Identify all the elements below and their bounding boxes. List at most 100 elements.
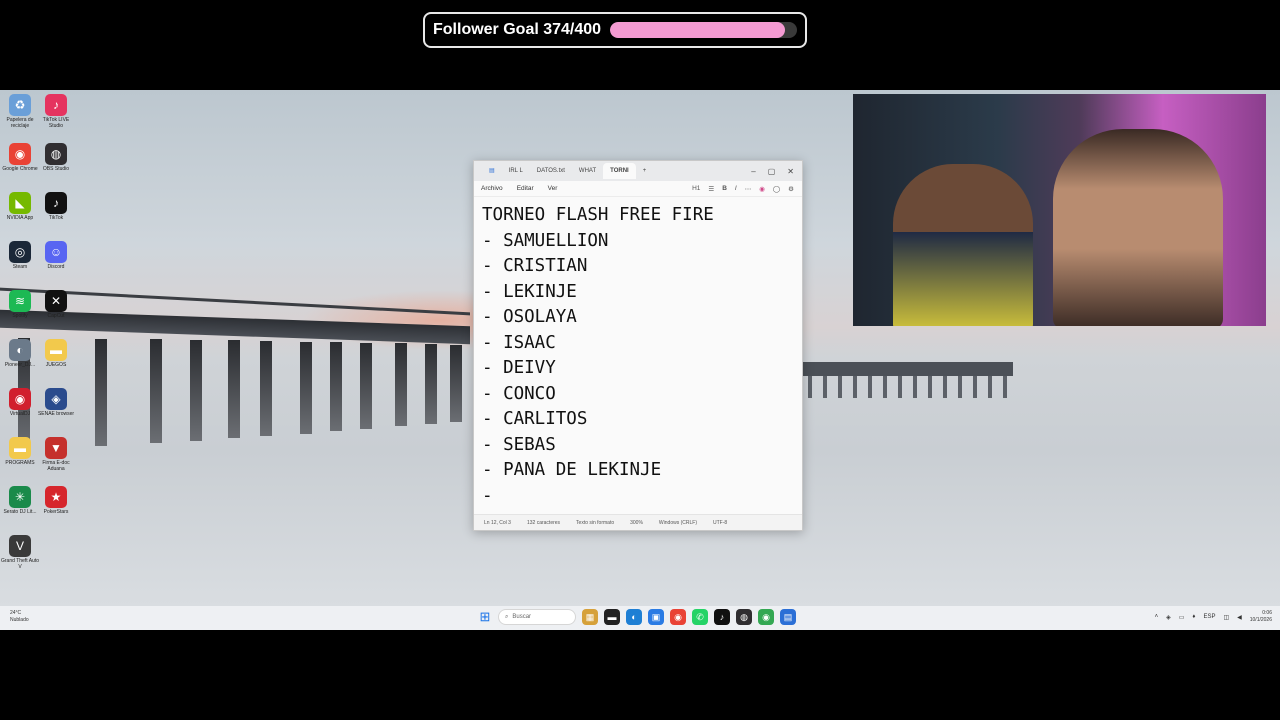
desktop-shortcut[interactable]: ☺ Discord xyxy=(36,241,76,270)
notepad-title-line: TORNEO FLASH FREE FIRE xyxy=(482,205,714,225)
tray-app-icon[interactable]: ◈ xyxy=(1166,614,1171,621)
tray-chevron-up-icon[interactable]: ˄ xyxy=(1155,614,1159,620)
desktop-shortcut[interactable]: ◉ Google Chrome xyxy=(0,143,40,172)
desktop-shortcut[interactable]: ◉ VirtualDJ xyxy=(0,388,40,417)
notepad-text-line: - CARLITOS xyxy=(482,409,588,429)
weather-widget[interactable]: 24°C Nublado xyxy=(10,610,29,624)
steam-icon: ◎ xyxy=(9,241,31,263)
pioneer-dj-icon: ◐ xyxy=(9,339,31,361)
menu-ver[interactable]: Ver xyxy=(548,185,558,192)
close-icon[interactable]: ✕ xyxy=(787,167,794,176)
minimize-icon[interactable]: – xyxy=(751,167,755,176)
taskbar-whatsapp-icon[interactable]: ✆ xyxy=(692,609,708,625)
clock-date: 10/1/2026 xyxy=(1249,617,1272,623)
notepad-tab-bar: ▤ IRL L DATOS.txt WHAT TORNI + – ▢ ✕ xyxy=(474,161,802,181)
follower-goal-widget: Follower Goal 374/400 xyxy=(423,12,807,48)
notepad-text-line: - DEIVY xyxy=(482,358,556,378)
desktop-shortcut[interactable]: ◎ Steam xyxy=(0,241,40,270)
taskbar-file-explorer-icon[interactable]: ▬ xyxy=(604,609,620,625)
new-tab-plus-icon[interactable]: + xyxy=(636,163,654,179)
desktop-shortcut-label: Papelera de reciclaje xyxy=(6,117,34,129)
taskbar-chrome-icon[interactable]: ◉ xyxy=(670,609,686,625)
pier-post xyxy=(190,339,202,441)
taskbar-apps: ⊞ ⌕ Buscar ▦ ▬ ◐ ▣ ◉ ✆ ♪ ◍ ◉ ▤ xyxy=(478,609,796,625)
notepad-text-line: - SEBAS xyxy=(482,434,556,455)
serato-dj-icon: ✳ xyxy=(9,486,31,508)
desktop-shortcut-label: NVIDIA App xyxy=(6,215,34,221)
desktop-shortcut[interactable]: ♻ Papelera de reciclaje xyxy=(0,94,40,129)
virtual-dj-icon: ◉ xyxy=(9,388,31,410)
notepad-text-line: - ISAAC xyxy=(482,332,556,353)
desktop-shortcut[interactable]: ✳ Serato DJ Lit... xyxy=(0,486,40,515)
italic-icon[interactable]: I xyxy=(735,185,737,193)
desktop-shortcut[interactable]: V Grand Theft Auto V xyxy=(0,535,40,570)
juegos-folder-icon: ▬ xyxy=(45,339,67,361)
settings-gear-icon[interactable]: ⚙ xyxy=(788,185,794,193)
more-icon[interactable]: ⋯ xyxy=(745,185,752,193)
desktop-shortcut-label: Discord xyxy=(47,264,65,270)
weather-temperature: 24°C xyxy=(10,610,22,616)
distant-pier-post xyxy=(928,376,932,398)
taskbar-search-box[interactable]: ⌕ Buscar xyxy=(498,609,576,625)
taskbar-clock[interactable]: 0:06 10/1/2026 xyxy=(1250,610,1272,624)
desktop-shortcut[interactable]: ◐ Pioneer_DJ... xyxy=(0,339,40,368)
taskbar-chrome-profile-icon[interactable]: ◉ xyxy=(758,609,774,625)
notepad-text-area[interactable]: TORNEO FLASH FREE FIRE - SAMUELLION - CRIS… xyxy=(474,197,802,509)
menu-archivo[interactable]: Archivo xyxy=(481,185,503,192)
windows-start-icon[interactable]: ⊞ xyxy=(478,610,492,624)
desktop-shortcut[interactable]: ▬ JUEGOS xyxy=(36,339,76,368)
taskbar-widgets-icon[interactable]: ▦ xyxy=(582,609,598,625)
tray-volume-icon[interactable]: ◀ xyxy=(1237,614,1242,621)
tab-torni[interactable]: TORNI xyxy=(603,163,636,179)
pier-post xyxy=(260,341,272,436)
tab-datos[interactable]: DATOS.txt xyxy=(530,163,572,179)
desktop-shortcut[interactable]: ♪ TikTok LIVE Studio xyxy=(36,94,76,129)
heading-dropdown[interactable]: H1 xyxy=(692,185,700,193)
desktop-shortcut-label: Spotify xyxy=(12,313,28,319)
desktop-shortcut-label: Firma E-doc Aduana xyxy=(42,460,70,472)
list-icon[interactable]: ☰ xyxy=(708,185,714,193)
tiktok-icon: ♪ xyxy=(45,192,67,214)
taskbar-tiktok-icon[interactable]: ♪ xyxy=(714,609,730,625)
desktop-shortcut[interactable]: ✕ CapCut xyxy=(36,290,76,319)
menu-editar[interactable]: Editar xyxy=(517,185,534,192)
desktop-shortcut[interactable]: ♪ TikTok xyxy=(36,192,76,221)
taskbar-obs-icon[interactable]: ◍ xyxy=(736,609,752,625)
tab-what[interactable]: WHAT xyxy=(572,163,603,179)
tray-battery-icon[interactable]: ▭ xyxy=(1179,614,1185,621)
tray-language[interactable]: ESP xyxy=(1203,614,1215,620)
account-icon[interactable]: ◯ xyxy=(773,185,780,193)
taskbar-store-icon[interactable]: ▣ xyxy=(648,609,664,625)
notepad-text-line: - PANA DE LEKINJE xyxy=(482,460,662,480)
pier-post xyxy=(228,340,240,439)
distant-pier-post xyxy=(988,376,992,398)
desktop-shortcut[interactable]: ◍ OBS Studio xyxy=(36,143,76,172)
desktop-shortcut[interactable]: ★ PokerStars xyxy=(36,486,76,515)
desktop-shortcut-label: Pioneer_DJ... xyxy=(4,362,36,368)
pier-post xyxy=(425,344,437,424)
desktop-shortcut[interactable]: ◣ NVIDIA App xyxy=(0,192,40,221)
maximize-icon[interactable]: ▢ xyxy=(768,167,776,176)
copilot-icon[interactable]: ◉ xyxy=(759,185,765,193)
tray-mic-icon[interactable]: ♦ xyxy=(1192,614,1195,620)
desktop-shortcut[interactable]: ▬ PROGRAMS xyxy=(0,437,40,466)
tray-network-icon[interactable]: ◫ xyxy=(1223,614,1229,621)
distant-pier-post xyxy=(838,376,842,398)
capcut-icon: ✕ xyxy=(45,290,67,312)
tiktok-live-studio-icon: ♪ xyxy=(45,94,67,116)
obs-studio-icon: ◍ xyxy=(45,143,67,165)
taskbar-notepad-icon[interactable]: ▤ xyxy=(780,609,796,625)
notepad-text-line: - xyxy=(482,485,493,506)
discord-icon: ☺ xyxy=(45,241,67,263)
desktop-shortcut[interactable]: ▼ Firma E-doc Aduana xyxy=(36,437,76,472)
taskbar-edge-icon[interactable]: ◐ xyxy=(626,609,642,625)
distant-pier-post xyxy=(853,376,857,398)
desktop-shortcut[interactable]: ◈ SENAE browser xyxy=(36,388,76,417)
follower-goal-progress-fill xyxy=(610,22,785,38)
bold-icon[interactable]: B xyxy=(722,185,727,193)
spotify-icon: ≋ xyxy=(9,290,31,312)
desktop-shortcut[interactable]: ≋ Spotify xyxy=(0,290,40,319)
google-chrome-icon: ◉ xyxy=(9,143,31,165)
notepad-window[interactable]: ▤ IRL L DATOS.txt WHAT TORNI + – ▢ ✕ Arc… xyxy=(473,160,803,531)
tab-irl[interactable]: IRL L xyxy=(502,163,530,179)
